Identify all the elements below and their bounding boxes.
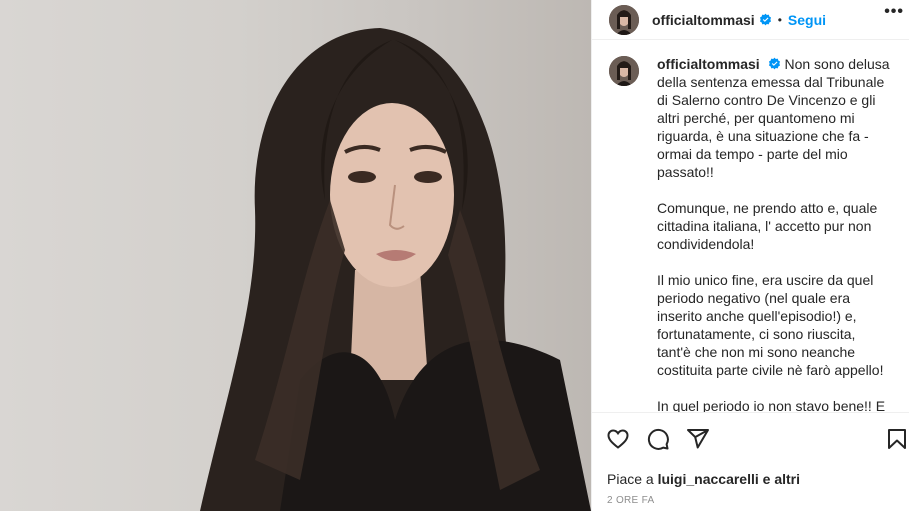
post-side-panel: officialtommasi • Segui ••• officialtomm… [591, 0, 909, 511]
likes-others-link[interactable]: e altri [763, 471, 800, 487]
action-bar: Piace a luigi_naccarelli e altri 2 ORE F… [592, 412, 909, 511]
caption-paragraph-2: Comunque, ne prendo atto e, quale cittad… [657, 200, 878, 252]
post-timestamp[interactable]: 2 ORE FA [607, 495, 654, 506]
caption-text: officialtommasi Non sono delusa della se… [657, 55, 893, 412]
username-link[interactable]: officialtommasi [652, 12, 755, 28]
liker-username-link[interactable]: luigi_naccarelli [658, 471, 759, 487]
more-options-icon[interactable]: ••• [884, 3, 904, 21]
caption-username-link[interactable]: officialtommasi [657, 56, 760, 72]
likes-prefix: Piace a [607, 471, 654, 487]
share-icon[interactable] [686, 427, 710, 451]
separator-dot: • [777, 12, 782, 27]
caption-paragraph-4: In quel periodo io non stavo bene!! E qu… [657, 398, 886, 412]
comment-icon[interactable] [646, 427, 670, 451]
caption-section: officialtommasi Non sono delusa della se… [592, 41, 909, 412]
verified-badge-icon [759, 13, 771, 26]
post-image[interactable] [0, 0, 591, 511]
post-header: officialtommasi • Segui ••• [592, 0, 909, 40]
follow-button[interactable]: Segui [788, 12, 826, 28]
heart-icon[interactable] [606, 427, 630, 451]
caption-paragraph-1: Non sono delusa della sentenza emessa da… [657, 56, 890, 180]
caption-paragraph-3: Il mio unico fine, era uscire da quel pe… [657, 272, 884, 378]
avatar[interactable] [609, 4, 639, 35]
portrait-illustration [200, 28, 591, 511]
caption-verified-badge-icon [768, 57, 780, 70]
caption-avatar[interactable] [609, 56, 639, 86]
likes-summary: Piace a luigi_naccarelli e altri [607, 471, 800, 487]
bookmark-icon[interactable] [885, 427, 909, 451]
